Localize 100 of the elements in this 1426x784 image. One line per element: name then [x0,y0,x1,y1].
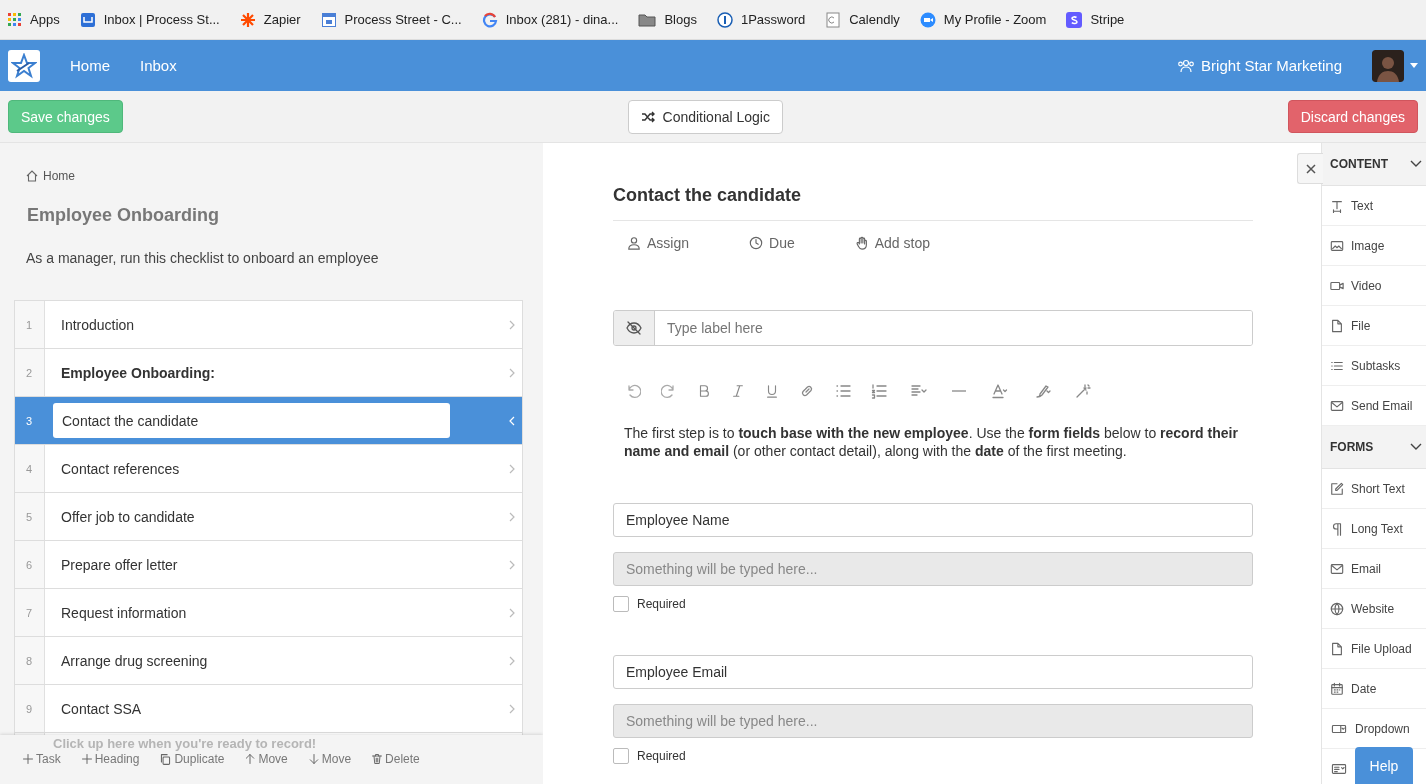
copy-icon [159,752,173,766]
italic-icon [731,384,745,398]
chevron-icon [508,367,516,378]
chevron-icon [508,559,516,570]
task-action[interactable]: Due [749,235,795,251]
bookmark[interactable]: Inbox (281) - dina... [481,11,619,28]
checklist-title: Employee Onboarding [27,205,221,226]
inbox-icon [79,11,96,28]
video-camera-icon [919,11,936,28]
required-checkbox[interactable] [613,596,629,612]
chevron-icon [508,415,516,426]
section-header[interactable]: FORMS [1322,426,1426,469]
form-card-icon [1330,761,1348,776]
asterisk-icon [239,11,256,28]
task-row[interactable]: 1 Introduction [15,301,522,349]
bold-icon [697,384,711,398]
checklist-description: As a manager, run this checklist to onboard an employee [26,250,380,266]
image-icon [1330,238,1344,253]
widget-item[interactable]: Short Text [1322,469,1426,509]
hidden-eye-icon [626,320,642,336]
widget-item[interactable]: Video [1322,266,1426,306]
task-action[interactable]: Assign [627,235,690,251]
horizontal-rule-icon [951,390,967,392]
task-row[interactable]: 6 Prepare offer letter [15,541,522,589]
toolbar-button[interactable]: Task [22,752,61,766]
bullet-list-icon [835,383,851,399]
star-logo[interactable] [8,49,40,82]
paragraph-icon [1330,521,1344,536]
widget-item[interactable]: Long Text [1322,509,1426,549]
calendar-icon [320,11,337,28]
task-action[interactable]: Add stop [854,235,930,251]
caret-icon[interactable] [1410,63,1418,68]
down-arrow-icon [307,753,320,765]
task-row[interactable]: 5 Offer job to candidate [15,493,522,541]
chevron-icon [508,655,516,666]
numbered-list-icon [871,383,887,399]
chevron-icon [1410,443,1422,451]
task-row[interactable]: 4 Contact references [15,445,522,493]
field-label-input[interactable]: Employee Name [613,503,1253,537]
bookmark[interactable]: My Profile - Zoom [919,11,1047,28]
redo-icon [661,383,677,399]
breadcrumb-link[interactable]: Home [26,169,523,183]
widget-item[interactable]: Website [1322,589,1426,629]
toolbar-button[interactable]: Move [307,752,352,766]
widget-item[interactable]: Email [1322,549,1426,589]
trash-icon [371,753,384,765]
undo-icon [625,383,641,399]
task-row[interactable]: 8 Arrange drug screening [15,637,522,685]
required-label: Required [637,597,686,611]
bookmark[interactable]: Stripe [1066,11,1125,28]
section-header[interactable]: CONTENT [1322,143,1426,186]
globe-icon [1330,601,1344,616]
bookmark[interactable]: Apps [8,12,60,27]
page-icon [825,11,842,28]
close-icon [1305,163,1316,174]
chevron-icon [508,703,516,714]
field-label-input[interactable]: Employee Email [613,655,1253,689]
task-row[interactable]: 7 Request information [15,589,522,637]
widget-item[interactable]: Image [1322,226,1426,266]
toolbar-button[interactable]: Move [244,752,288,766]
up-arrow-icon [244,753,257,765]
required-label: Required [637,749,686,763]
toolbar-button[interactable]: Heading [80,752,140,766]
bookmark[interactable]: Zapier [239,11,301,28]
conditional-logic-button[interactable]: Conditional Logic [627,99,783,134]
shuffle-icon [640,110,655,123]
clock-icon [749,236,764,250]
bookmark[interactable]: Blogs [638,12,697,27]
chevron-icon [1410,160,1422,168]
bookmark[interactable]: Calendly [825,11,900,28]
envelope-icon [1330,398,1344,413]
required-checkbox[interactable] [613,748,629,764]
underline-icon [765,384,779,398]
widget-item[interactable]: Subtasks [1322,346,1426,386]
chevron-icon [508,511,516,522]
hand-icon [854,236,869,250]
home-icon [26,170,38,182]
widget-item[interactable]: File [1322,306,1426,346]
task-row[interactable]: 3 Contact the candidate [15,397,522,445]
key-icon [716,11,733,28]
instruction-text: The first step is to touch base with the new employee. Use the form fields below to record their name and email (or other contact detail), along with the date of the first meeting. [624,424,1239,460]
toolbar-button[interactable]: Duplicate [159,752,225,766]
label-field[interactable]: Type label here [613,310,1253,346]
close-button[interactable] [1297,153,1323,184]
file-icon [1330,318,1344,333]
widget-item[interactable]: Text [1322,186,1426,226]
stripe-icon [1066,11,1083,28]
chevron-icon [508,319,516,330]
task-title: Contact the candidate [613,185,1253,221]
avatar[interactable] [1372,49,1404,82]
toolbar-button[interactable]: Delete [371,752,420,766]
bookmark[interactable]: Process Street - C... [320,11,462,28]
widget-item[interactable]: Date [1322,669,1426,709]
chevron-icon [508,463,516,474]
text-format-icon [1330,198,1344,213]
bookmark[interactable]: Inbox | Process St... [79,11,220,28]
widget-item[interactable]: File Upload [1322,629,1426,669]
user-icon [627,236,641,250]
task-row[interactable]: 9 Contact SSA [15,685,522,733]
bookmark[interactable]: 1Password [716,11,806,28]
